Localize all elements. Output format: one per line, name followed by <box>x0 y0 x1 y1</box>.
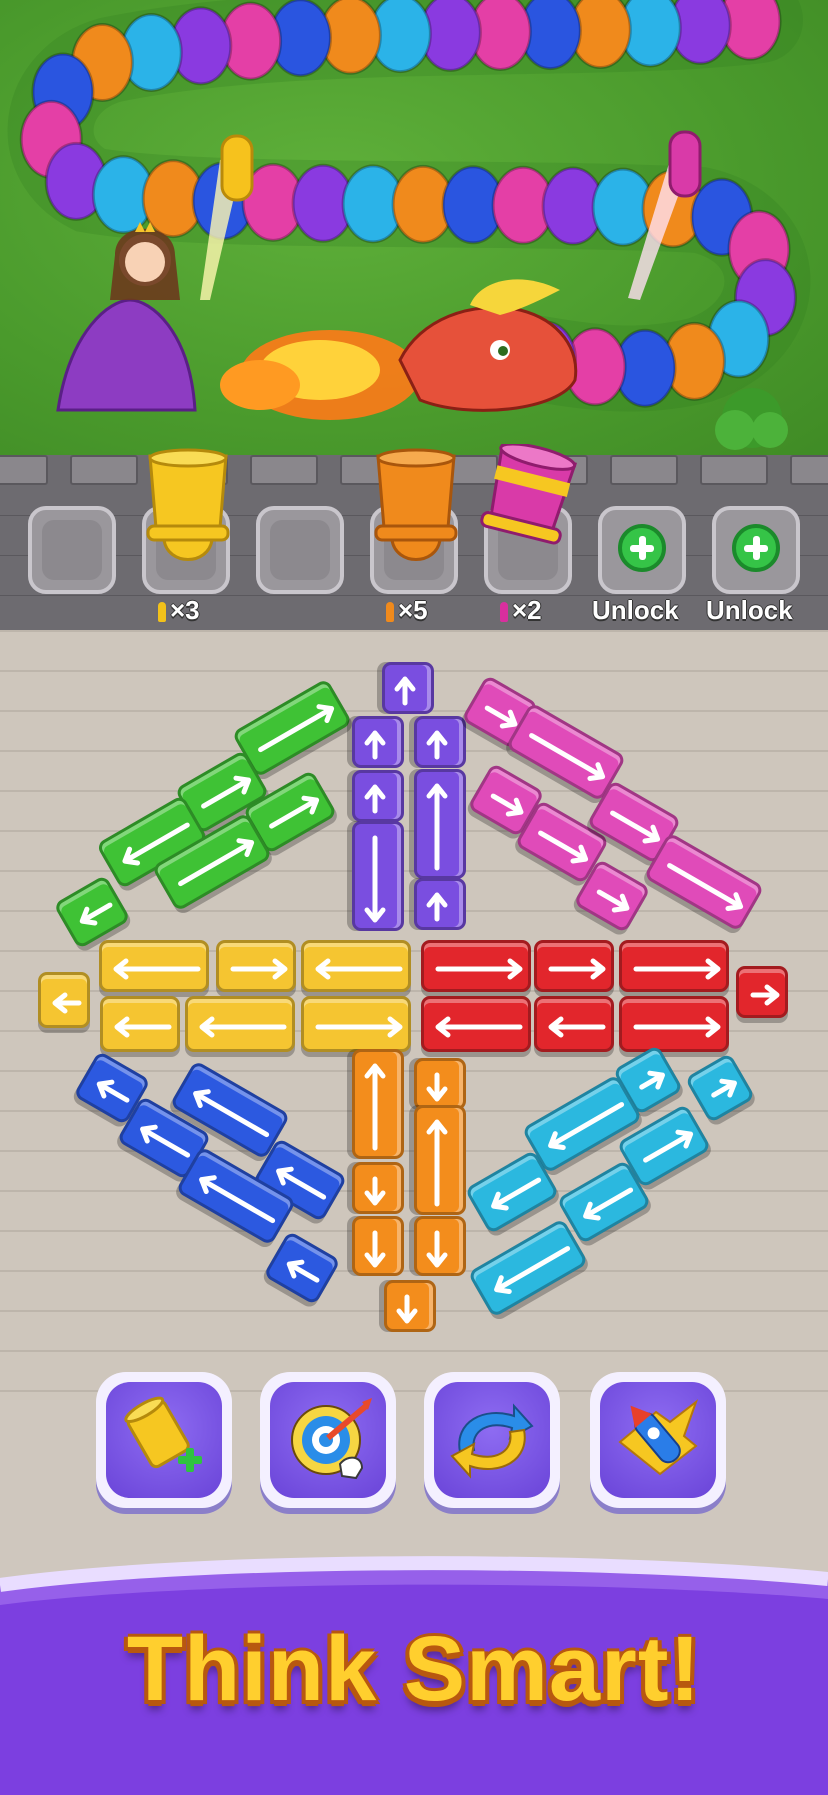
red-arrow-block[interactable] <box>421 996 531 1052</box>
orange-arrow-block[interactable] <box>384 1280 436 1332</box>
arrow-icon <box>711 1078 737 1098</box>
arrow-icon <box>364 1063 386 1151</box>
purple-arrow-block[interactable] <box>414 769 466 879</box>
add-cannon-booster[interactable] <box>96 1372 232 1508</box>
purple-arrow-block[interactable] <box>414 878 466 930</box>
arrow-icon <box>426 1119 448 1207</box>
red-arrow-block[interactable] <box>619 940 729 992</box>
arrow-icon <box>548 958 606 980</box>
red-arrow-block[interactable] <box>619 996 729 1052</box>
rocket-booster[interactable] <box>590 1372 726 1508</box>
yellow-arrow-block[interactable] <box>301 996 411 1052</box>
purple-arrow-block[interactable] <box>352 716 404 768</box>
arrow-icon <box>114 1016 172 1038</box>
red-arrow-block[interactable] <box>534 940 614 992</box>
target-arrow-icon <box>291 1398 372 1480</box>
magenta-arrow-block[interactable] <box>643 831 765 933</box>
arrow-icon <box>426 892 448 922</box>
yellow-arrow-block[interactable] <box>216 940 296 992</box>
arrow-icon <box>494 1246 571 1295</box>
arrow-icon <box>426 1230 448 1268</box>
cyan-arrow-block[interactable] <box>684 1052 756 1124</box>
arrow-icon <box>426 783 448 871</box>
yellow-arrow-block[interactable] <box>301 940 411 992</box>
arrow-icon <box>426 730 448 760</box>
green-arrow-block[interactable] <box>53 874 131 950</box>
arrow-icon <box>633 1016 721 1038</box>
arrow-icon <box>396 1294 418 1324</box>
shuffle-icon <box>450 1403 534 1479</box>
arrow-icon <box>286 1259 320 1283</box>
red-arrow-block[interactable] <box>421 940 531 992</box>
orange-arrow-block[interactable] <box>352 1216 404 1276</box>
purple-arrow-block[interactable] <box>352 770 404 822</box>
purple-arrow-block[interactable] <box>382 662 434 714</box>
shuffle-booster[interactable] <box>424 1372 560 1508</box>
orange-arrow-block[interactable] <box>352 1049 404 1159</box>
purple-arrow-block[interactable] <box>352 821 404 931</box>
yellow-arrow-block[interactable] <box>185 996 295 1052</box>
orange-arrow-block[interactable] <box>414 1216 466 1276</box>
purple-arrow-block[interactable] <box>414 716 466 768</box>
arrow-icon <box>113 958 201 980</box>
yellow-arrow-block[interactable] <box>100 996 180 1052</box>
arrow-icon <box>394 676 416 706</box>
cyan-arrow-block[interactable] <box>467 1217 589 1319</box>
banner-title: Think Smart! <box>126 1618 702 1720</box>
arrow-icon <box>435 958 523 980</box>
orange-arrow-block[interactable] <box>414 1058 466 1110</box>
arrow-icon <box>633 958 721 980</box>
arrow-icon <box>364 784 386 814</box>
arrow-icon <box>52 992 82 1014</box>
arrow-icon <box>435 1016 523 1038</box>
arrow-icon <box>315 1016 403 1038</box>
orange-arrow-block[interactable] <box>414 1105 466 1215</box>
rocket-icon <box>618 1399 699 1476</box>
yellow-arrow-block[interactable] <box>99 940 209 992</box>
arrow-icon <box>364 1176 386 1206</box>
arrow-icon <box>199 1016 287 1038</box>
arrow-icon <box>548 1016 606 1038</box>
arrow-icon <box>750 984 780 1006</box>
arrow-icon <box>364 835 386 923</box>
arrow-icon <box>315 958 403 980</box>
yellow-arrow-block[interactable] <box>38 972 90 1028</box>
block-layer <box>0 0 828 1795</box>
orange-arrow-block[interactable] <box>352 1162 404 1214</box>
arrow-icon <box>667 863 744 912</box>
red-arrow-block[interactable] <box>736 966 788 1018</box>
game-screen: ×3 ×5 ×2 Unlock Unlock Think Smart! <box>0 0 828 1795</box>
cannon-plus-icon <box>124 1396 202 1472</box>
red-arrow-block[interactable] <box>534 996 614 1052</box>
arrow-icon <box>230 958 288 980</box>
arrow-icon <box>364 730 386 760</box>
target-booster[interactable] <box>260 1372 396 1508</box>
arrow-icon <box>364 1230 386 1268</box>
